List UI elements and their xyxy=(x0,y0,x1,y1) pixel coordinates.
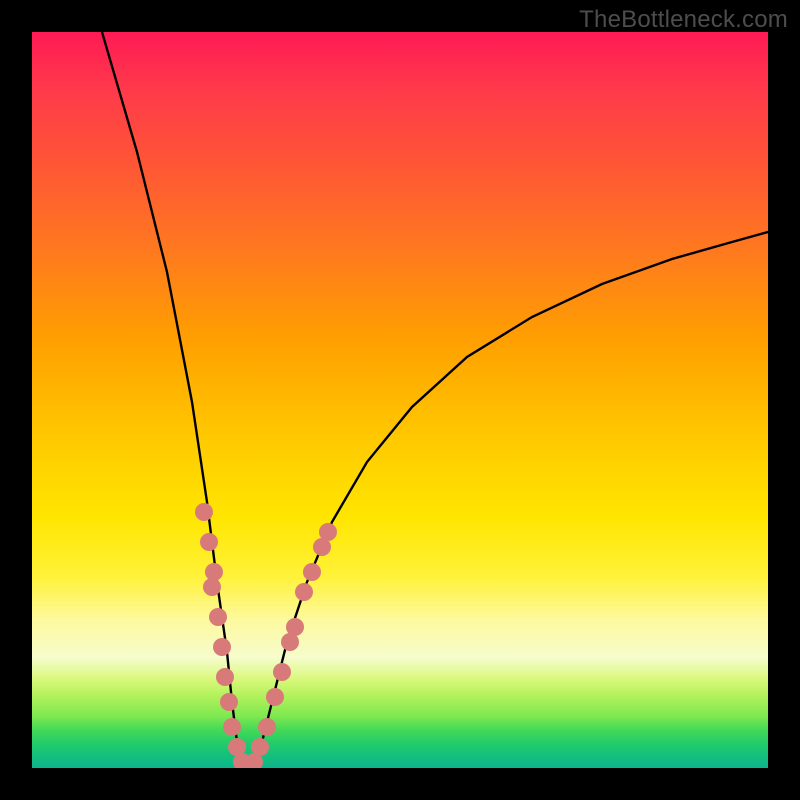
scatter-dot xyxy=(203,578,221,596)
plot-area xyxy=(32,32,768,768)
scatter-dot xyxy=(200,533,218,551)
bottleneck-curve xyxy=(102,32,768,767)
scatter-dot xyxy=(286,618,304,636)
scatter-dot xyxy=(303,563,321,581)
scatter-dot xyxy=(213,638,231,656)
scatter-dot xyxy=(251,738,269,756)
scatter-dot xyxy=(220,693,238,711)
scatter-dot xyxy=(319,523,337,541)
watermark-text: TheBottleneck.com xyxy=(579,6,788,34)
scatter-dot xyxy=(223,718,241,736)
scatter-dot xyxy=(258,718,276,736)
scatter-dot xyxy=(295,583,313,601)
chart-frame: TheBottleneck.com xyxy=(0,0,800,800)
chart-svg xyxy=(32,32,768,768)
scatter-markers xyxy=(195,503,337,768)
scatter-dot xyxy=(273,663,291,681)
scatter-dot xyxy=(195,503,213,521)
scatter-dot xyxy=(209,608,227,626)
scatter-dot xyxy=(216,668,234,686)
scatter-dot xyxy=(266,688,284,706)
